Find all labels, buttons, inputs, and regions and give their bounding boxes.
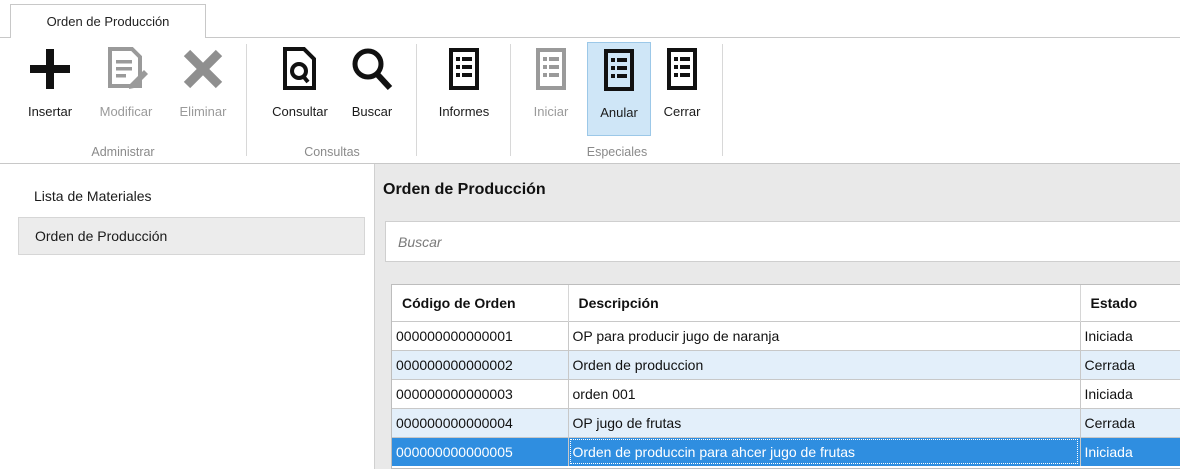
buscar-button[interactable]: Buscar	[342, 42, 402, 136]
anular-button[interactable]: Anular	[587, 42, 651, 136]
group-title-administrar: Administrar	[91, 145, 155, 159]
column-header-descripcion[interactable]: Descripción	[568, 285, 1081, 321]
informes-button[interactable]: Informes	[426, 42, 502, 136]
table-row[interactable]: 000000000000004 OP jugo de frutas Cerrad…	[392, 407, 1180, 437]
cell-descripcion[interactable]: Orden de produccion	[568, 349, 1081, 379]
group-title-consultas: Consultas	[304, 145, 360, 159]
ribbon-panel: Insertar Modificar Eliminar Administrar	[0, 37, 1180, 164]
iniciar-button[interactable]: Iniciar	[526, 42, 576, 136]
cell-descripcion[interactable]: Orden de produccin para ahcer jugo de fr…	[568, 436, 1081, 466]
eliminar-label: Eliminar	[179, 104, 227, 119]
modificar-button[interactable]: Modificar	[86, 42, 166, 136]
orders-table: Código de Orden Descripción Estado 00000…	[391, 284, 1180, 469]
cell-estado[interactable]: Iniciada	[1080, 436, 1180, 466]
modificar-label: Modificar	[99, 104, 153, 119]
column-header-estado[interactable]: Estado	[1080, 285, 1180, 321]
list-report-icon	[595, 45, 643, 95]
column-header-codigo[interactable]: Código de Orden	[392, 285, 569, 321]
cell-descripcion[interactable]: orden 001	[568, 378, 1081, 408]
table-row[interactable]: 000000000000001 OP para producir jugo de…	[392, 320, 1180, 350]
main-panel: Orden de Producción Código de Orden Desc…	[374, 164, 1180, 469]
sidebar: Lista de Materiales Orden de Producción	[0, 164, 380, 469]
sidebar-item-orden-de-produccion[interactable]: Orden de Producción	[18, 217, 365, 255]
insertar-button[interactable]: Insertar	[18, 42, 82, 136]
cell-descripcion[interactable]: OP para producir jugo de naranja	[568, 320, 1081, 350]
cell-estado[interactable]: Cerrada	[1080, 407, 1180, 437]
group-divider	[510, 44, 511, 156]
group-informes: Informes	[418, 38, 510, 163]
sidebar-item-lista-de-materiales[interactable]: Lista de Materiales	[18, 177, 365, 215]
plus-icon	[26, 44, 74, 94]
cerrar-label: Cerrar	[663, 104, 701, 119]
insertar-label: Insertar	[27, 104, 73, 119]
list-report-icon	[658, 44, 706, 94]
cell-codigo[interactable]: 000000000000005	[392, 436, 569, 466]
list-report-icon	[527, 44, 575, 94]
table-row[interactable]: 000000000000003 orden 001 Iniciada	[392, 378, 1180, 408]
list-report-icon	[440, 44, 488, 94]
table-row-selected[interactable]: 000000000000005 Orden de produccin para …	[392, 436, 1180, 466]
table-header-row: Código de Orden Descripción Estado	[392, 285, 1180, 321]
cell-codigo[interactable]: 000000000000003	[392, 378, 569, 408]
consultar-button[interactable]: Consultar	[260, 42, 340, 136]
edit-document-icon	[102, 44, 150, 94]
group-especiales: Iniciar Anular Cerrar Especiales	[512, 38, 722, 163]
cell-estado[interactable]: Iniciada	[1080, 378, 1180, 408]
cerrar-button[interactable]: Cerrar	[654, 42, 710, 136]
group-administrar: Insertar Modificar Eliminar Administrar	[0, 38, 246, 163]
table-row[interactable]: 000000000000002 Orden de produccion Cerr…	[392, 349, 1180, 379]
cell-codigo[interactable]: 000000000000004	[392, 407, 569, 437]
cell-codigo[interactable]: 000000000000002	[392, 349, 569, 379]
eliminar-button[interactable]: Eliminar	[168, 42, 238, 136]
magnifier-icon	[348, 44, 396, 94]
cell-estado[interactable]: Iniciada	[1080, 320, 1180, 350]
document-search-icon	[276, 44, 324, 94]
consultar-label: Consultar	[272, 104, 328, 119]
ribbon-tabstrip: Orden de Producción	[0, 0, 1180, 38]
cell-descripcion[interactable]: OP jugo de frutas	[568, 407, 1081, 437]
group-divider	[722, 44, 723, 156]
page-title: Orden de Producción	[383, 181, 546, 198]
buscar-label: Buscar	[351, 104, 393, 119]
x-delete-icon	[179, 44, 227, 94]
search-input[interactable]	[385, 221, 1180, 262]
cell-codigo[interactable]: 000000000000001	[392, 320, 569, 350]
tab-orden-de-produccion[interactable]: Orden de Producción	[10, 4, 206, 38]
group-consultas: Consultar Buscar Consultas	[248, 38, 416, 163]
informes-label: Informes	[438, 104, 490, 119]
group-divider	[416, 44, 417, 156]
group-title-especiales: Especiales	[586, 145, 648, 159]
group-divider	[246, 44, 247, 156]
cell-estado[interactable]: Cerrada	[1080, 349, 1180, 379]
anular-label: Anular	[600, 105, 638, 120]
iniciar-label: Iniciar	[533, 104, 569, 119]
